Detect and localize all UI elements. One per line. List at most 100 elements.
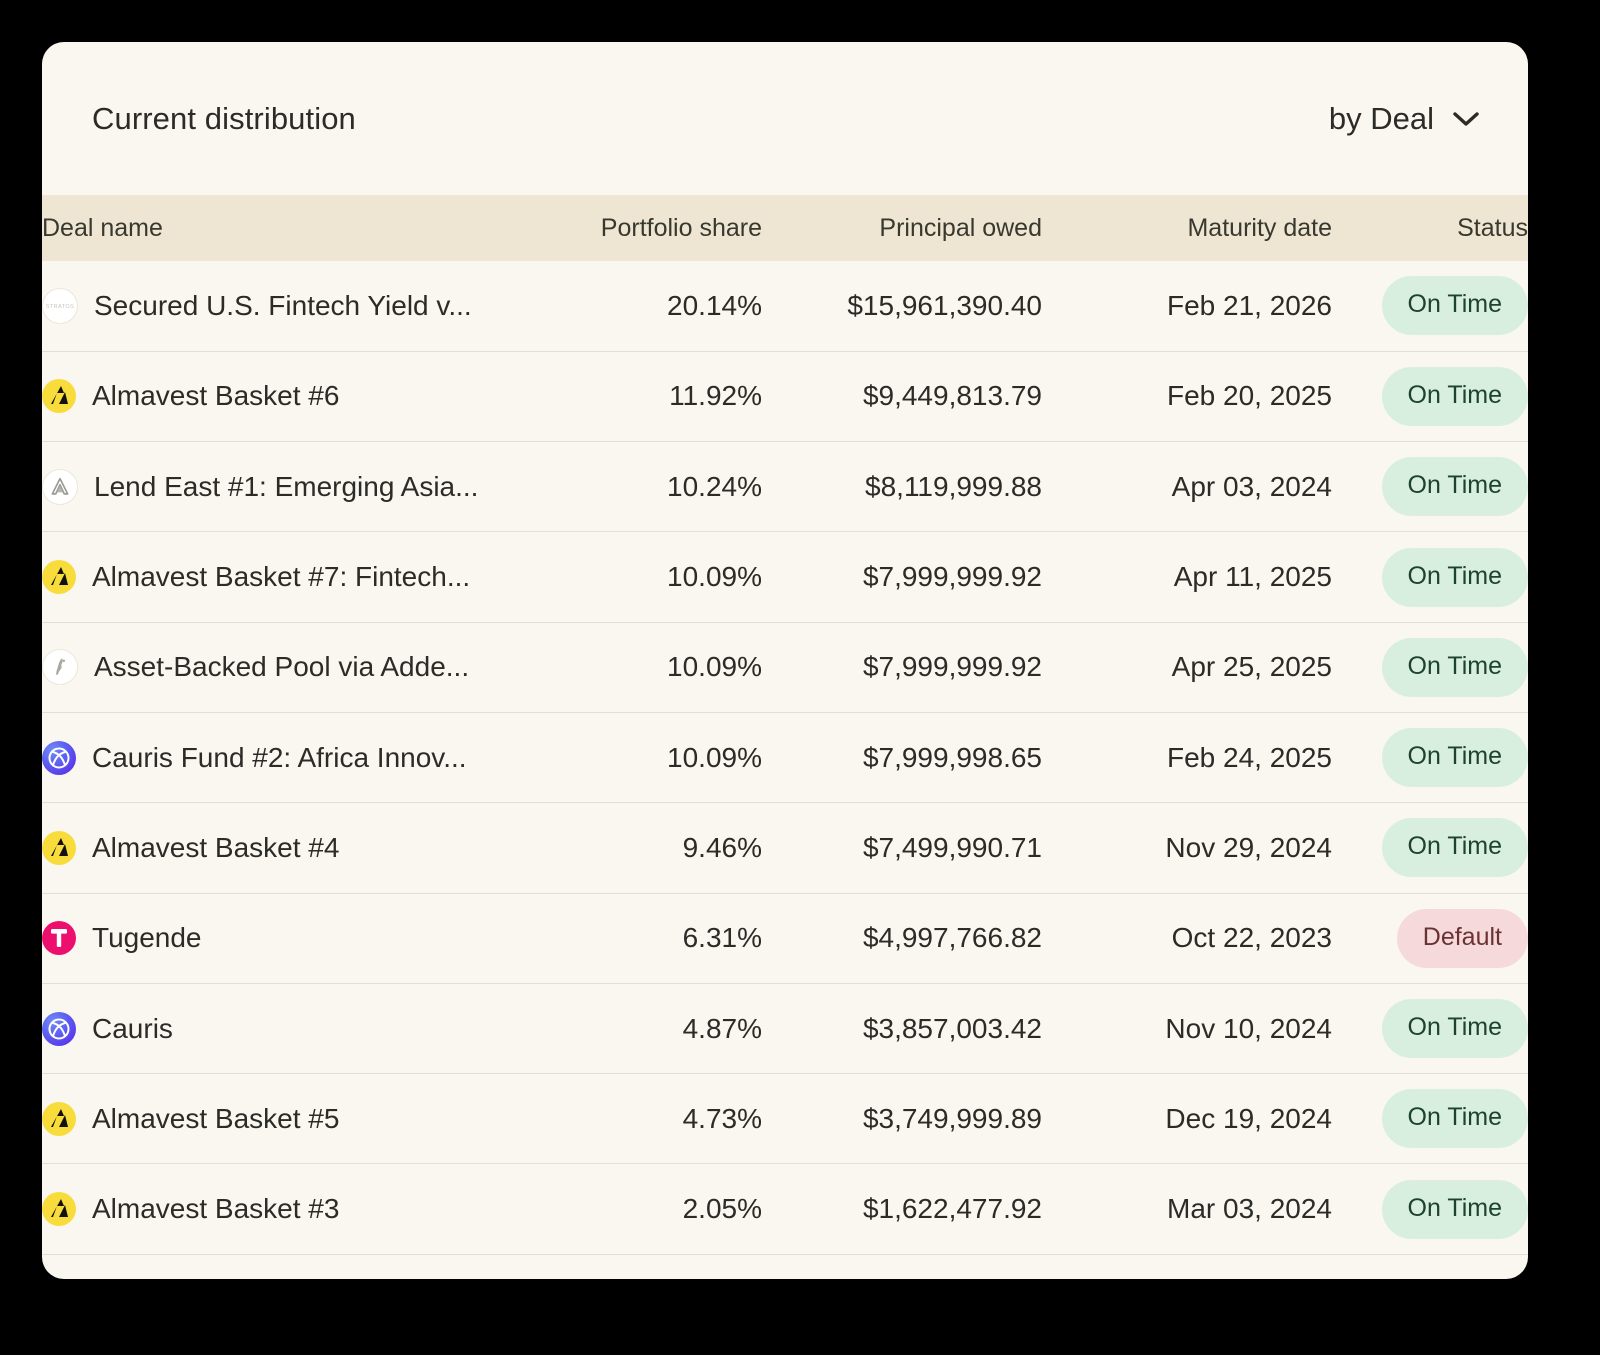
cell-status: On Time xyxy=(1332,983,1528,1073)
cell-portfolio-share: 6.31% xyxy=(682,922,762,954)
status-badge: On Time xyxy=(1381,457,1528,517)
group-by-dropdown[interactable]: by Deal xyxy=(1329,101,1480,137)
deal-name-label: Lend East #1: Emerging Asia... xyxy=(94,470,479,502)
status-badge: On Time xyxy=(1381,1179,1528,1239)
deal-cell: Lend East #1: Emerging Asia... xyxy=(42,468,512,505)
cell-portfolio-share: 4.73% xyxy=(682,1102,762,1134)
status-badge: On Time xyxy=(1381,1089,1528,1149)
table-header-row: Deal name Portfolio share Principal owed… xyxy=(42,195,1528,261)
table-row[interactable]: Almavest Basket #6 11.92% $9,449,813.79 Feb… xyxy=(42,351,1528,442)
cell-maturity-date: Apr 11, 2025 xyxy=(1173,561,1332,593)
cell-status: On Time xyxy=(1332,1074,1528,1164)
deal-name-label: Almavest Basket #4 xyxy=(92,831,340,863)
current-distribution-card: Current distribution by Deal Deal name P… xyxy=(42,42,1528,1279)
table-row[interactable]: Tugende 6.31% $4,997,766.82 Oct 22, 2023 Def… xyxy=(42,893,1528,984)
almavest-logo xyxy=(42,1192,76,1227)
table-row[interactable]: Almavest Basket #4 9.46% $7,499,990.71 Nov … xyxy=(42,803,1528,894)
deal-name-label: Tugende xyxy=(92,922,202,954)
cell-principal-owed: $7,999,999.92 xyxy=(862,561,1042,593)
deal-name-label: Cauris xyxy=(92,1012,173,1044)
table-row[interactable]: Almavest Basket #5 4.73% $3,749,999.89 Dec … xyxy=(42,1074,1528,1164)
deal-cell: Almavest Basket #6 xyxy=(42,379,512,414)
status-badge: On Time xyxy=(1381,637,1528,697)
deal-cell: Asset-Backed Pool via Adde... xyxy=(42,649,512,686)
cauris-logo xyxy=(42,740,76,775)
column-header-maturity-date[interactable]: Maturity date xyxy=(1042,195,1332,261)
status-badge: On Time xyxy=(1381,999,1528,1059)
status-badge: On Time xyxy=(1381,276,1528,336)
cell-portfolio-share: 10.09% xyxy=(667,651,762,683)
cell-status: On Time xyxy=(1332,1164,1528,1254)
deal-cell: Almavest Basket #3 xyxy=(42,1192,512,1227)
cell-status: On Time xyxy=(1332,261,1528,351)
cell-deal-name: Almavest Basket #6 xyxy=(42,351,512,441)
tugende-logo xyxy=(42,921,76,956)
cell-deal-name: Lend East #1: Emerging Asia... xyxy=(42,442,512,532)
deal-name-label: Secured U.S. Fintech Yield v... xyxy=(94,289,472,321)
deal-cell: Cauris xyxy=(42,1011,512,1046)
deal-cell: STRATOS Secured U.S. Fintech Yield v... xyxy=(42,287,512,324)
card-header: Current distribution by Deal xyxy=(42,42,1528,195)
cell-maturity-date: Apr 03, 2024 xyxy=(1171,470,1332,502)
cell-maturity-date: Oct 22, 2023 xyxy=(1171,922,1332,954)
deal-name-label: Almavest Basket #6 xyxy=(92,380,340,412)
column-header-deal-name[interactable]: Deal name xyxy=(42,195,512,261)
cell-status: On Time xyxy=(1332,532,1528,622)
column-header-portfolio-share[interactable]: Portfolio share xyxy=(512,195,762,261)
deal-cell: Cauris Fund #2: Africa Innov... xyxy=(42,740,512,775)
cell-status: Default xyxy=(1332,893,1528,983)
table-row[interactable]: STRATOS Secured U.S. Fintech Yield v... 20… xyxy=(42,261,1528,352)
deal-name-label: Cauris Fund #2: Africa Innov... xyxy=(92,741,467,773)
deal-name-label: Almavest Basket #3 xyxy=(92,1193,340,1225)
cell-principal-owed: $7,999,998.65 xyxy=(862,741,1042,773)
table-body: STRATOS Secured U.S. Fintech Yield v... 20… xyxy=(42,261,1528,1255)
status-badge: On Time xyxy=(1381,818,1528,878)
cell-principal-owed: $1,622,477.92 xyxy=(862,1193,1042,1225)
cell-portfolio-share: 10.09% xyxy=(667,741,762,773)
almavest-logo xyxy=(42,1101,76,1136)
table-row[interactable]: Lend East #1: Emerging Asia... 10.24% $8,1… xyxy=(42,442,1528,532)
cell-principal-owed: $7,999,999.92 xyxy=(862,651,1042,683)
cell-portfolio-share: 11.92% xyxy=(669,380,762,412)
cell-principal-owed: $7,499,990.71 xyxy=(862,831,1042,863)
cell-deal-name: Almavest Basket #3 xyxy=(42,1164,512,1254)
page-title: Current distribution xyxy=(92,100,356,136)
cell-maturity-date: Mar 03, 2024 xyxy=(1167,1193,1332,1225)
cell-principal-owed: $3,857,003.42 xyxy=(862,1012,1042,1044)
lendeast-logo xyxy=(42,468,78,505)
column-header-status[interactable]: Status xyxy=(1332,195,1528,261)
cell-deal-name: Asset-Backed Pool via Adde... xyxy=(42,622,512,712)
addem-logo xyxy=(42,649,78,686)
cell-principal-owed: $9,449,813.79 xyxy=(862,380,1042,412)
cauris-logo xyxy=(42,1011,76,1046)
cell-maturity-date: Feb 24, 2025 xyxy=(1166,741,1332,773)
deals-table: Deal name Portfolio share Principal owed… xyxy=(42,195,1528,1255)
cell-status: On Time xyxy=(1332,622,1528,712)
cell-portfolio-share: 10.09% xyxy=(667,561,762,593)
almavest-logo xyxy=(42,830,76,865)
table-row[interactable]: Cauris Fund #2: Africa Innov... 10.09% $7,… xyxy=(42,712,1528,803)
cell-status: On Time xyxy=(1332,351,1528,441)
cell-deal-name: Almavest Basket #5 xyxy=(42,1074,512,1164)
cell-deal-name: STRATOS Secured U.S. Fintech Yield v... xyxy=(42,261,512,351)
chevron-down-icon xyxy=(1452,110,1480,128)
table-row[interactable]: Almavest Basket #3 2.05% $1,622,477.92 Mar … xyxy=(42,1164,1528,1255)
deal-name-label: Almavest Basket #7: Fintech... xyxy=(92,561,471,593)
cell-maturity-date: Feb 20, 2025 xyxy=(1166,380,1332,412)
cell-portfolio-share: 10.24% xyxy=(667,470,762,502)
cell-maturity-date: Dec 19, 2024 xyxy=(1165,1102,1332,1134)
cell-maturity-date: Apr 25, 2025 xyxy=(1171,651,1332,683)
cell-maturity-date: Nov 10, 2024 xyxy=(1165,1012,1332,1044)
cell-status: On Time xyxy=(1332,803,1528,893)
deal-name-label: Asset-Backed Pool via Adde... xyxy=(94,651,470,683)
cell-portfolio-share: 9.46% xyxy=(682,831,762,863)
table-row[interactable]: Almavest Basket #7: Fintech... 10.09% $7,9… xyxy=(42,532,1528,623)
cell-deal-name: Tugende xyxy=(42,893,512,983)
cell-status: On Time xyxy=(1332,712,1528,802)
cell-deal-name: Almavest Basket #7: Fintech... xyxy=(42,532,512,622)
status-badge: On Time xyxy=(1381,547,1528,607)
cell-deal-name: Almavest Basket #4 xyxy=(42,803,512,893)
column-header-principal-owed[interactable]: Principal owed xyxy=(762,195,1042,261)
table-row[interactable]: Asset-Backed Pool via Adde... 10.09% $7,99… xyxy=(42,622,1528,713)
table-row[interactable]: Cauris 4.87% $3,857,003.42 Nov 10, 2024 On T… xyxy=(42,983,1528,1074)
